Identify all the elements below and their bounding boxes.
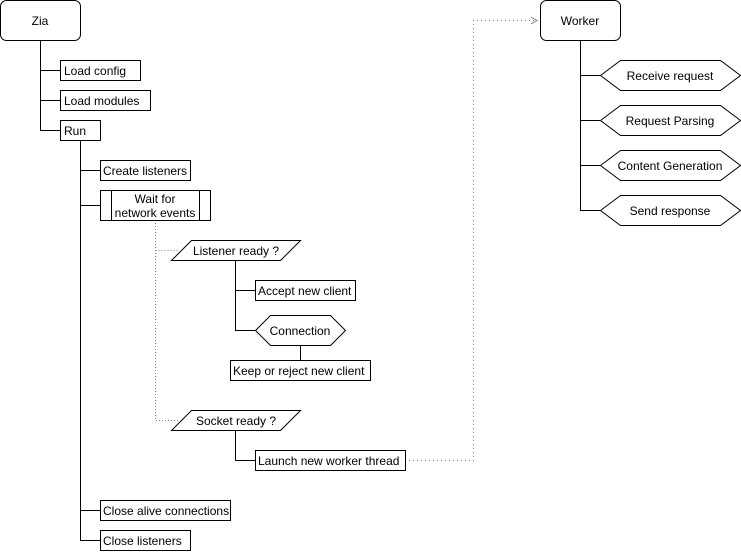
socket-branch-connector <box>235 430 255 461</box>
run-trunk-connector <box>80 140 100 541</box>
request-parsing-label: Request Parsing <box>625 114 715 128</box>
send-response-label: Send response <box>629 204 711 218</box>
listener-branch-connector <box>235 260 255 331</box>
accept-client-label: Accept new client <box>258 284 352 298</box>
wait-label-line1: Wait for <box>134 192 176 206</box>
worker-trunk-connector <box>580 40 600 211</box>
load-config-label: Load config <box>64 64 127 78</box>
create-listeners-label: Create listeners <box>103 164 188 178</box>
zia-trunk-connector <box>40 40 60 131</box>
close-listeners-label: Close listeners <box>103 534 182 548</box>
receive-request-label: Receive request <box>626 69 714 83</box>
worker-label: Worker <box>560 14 600 28</box>
launch-worker-label: Launch new worker thread <box>258 454 400 468</box>
load-modules-label: Load modules <box>64 94 140 108</box>
listener-ready-label: Listener ready ? <box>192 244 280 258</box>
run-label: Run <box>64 124 87 138</box>
content-generation-label: Content Generation <box>617 159 723 173</box>
close-connections-label: Close alive connections <box>103 504 230 518</box>
wait-label-line2: network events <box>114 206 196 220</box>
zia-label: Zia <box>31 14 49 28</box>
keep-reject-label: Keep or reject new client <box>233 364 365 378</box>
socket-ready-label: Socket ready ? <box>195 414 277 428</box>
connection-label: Connection <box>269 324 331 338</box>
worker-launch-dotted-connector <box>405 20 536 461</box>
